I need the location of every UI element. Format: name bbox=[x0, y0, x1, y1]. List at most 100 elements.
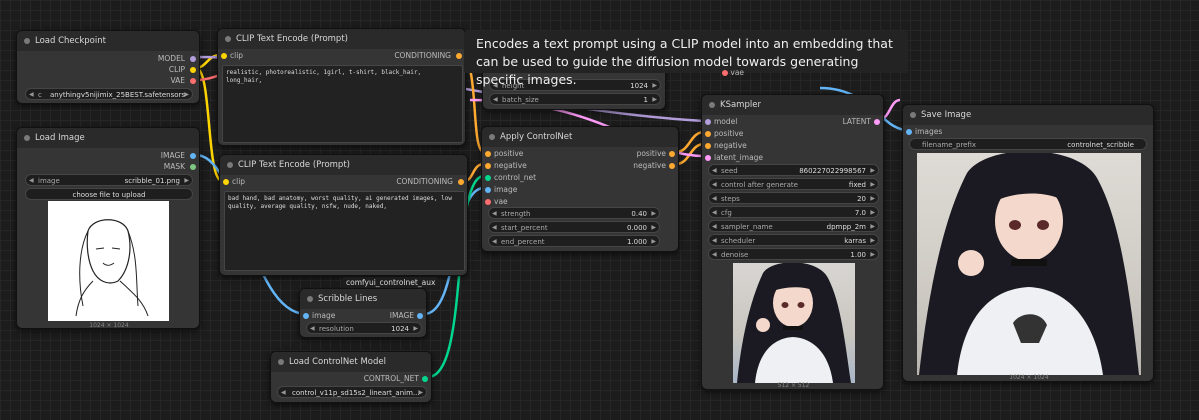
input-images: images bbox=[915, 127, 943, 136]
chevron-right-icon[interactable]: ▶ bbox=[870, 165, 875, 177]
chevron-left-icon[interactable]: ◀ bbox=[712, 221, 717, 233]
sampler-name-widget[interactable]: ◀ sampler_name dpmpp_2m ▶ bbox=[708, 220, 879, 232]
prompt-textarea[interactable]: realistic, photorealistic, 1girl, t-shir… bbox=[222, 65, 463, 143]
start-percent-widget[interactable]: ◀ start_percent 0.000 ▶ bbox=[488, 221, 660, 233]
chevron-right-icon[interactable]: ▶ bbox=[870, 207, 875, 219]
batch-size-widget[interactable]: ◀ batch_size 1 ▶ bbox=[489, 93, 661, 105]
chevron-right-icon[interactable]: ▶ bbox=[651, 236, 656, 248]
chevron-left-icon[interactable]: ◀ bbox=[310, 323, 315, 335]
chevron-right-icon[interactable]: ▶ bbox=[184, 175, 189, 187]
negative-prompt-textarea[interactable]: bad hand, bad anatomy, worst quality, ai… bbox=[224, 191, 465, 271]
ckpt-name-combo[interactable]: ◀ c anythingv5nijimix_25BEST.safetensors… bbox=[25, 88, 193, 100]
load-controlnet-node[interactable]: Load ControlNet Model CONTROL_NET ◀ cont… bbox=[270, 351, 432, 403]
clip-text-encode-positive[interactable]: CLIP Text Encode (Prompt) clip CONDITION… bbox=[217, 28, 466, 146]
load-checkpoint-node[interactable]: Load Checkpoint MODEL CLIP VAE ◀ c anyth… bbox=[16, 30, 200, 104]
chevron-right-icon[interactable]: ▶ bbox=[870, 193, 875, 205]
port-image-in[interactable] bbox=[303, 313, 309, 319]
port-conditioning[interactable] bbox=[456, 53, 462, 59]
chevron-left-icon[interactable]: ◀ bbox=[712, 249, 717, 261]
port-vae-in[interactable] bbox=[485, 199, 491, 205]
cfg-widget[interactable]: ◀ cfg 7.0 ▶ bbox=[708, 206, 879, 218]
port-images-in[interactable] bbox=[906, 129, 912, 135]
port-positive-out[interactable] bbox=[669, 151, 675, 157]
filename-prefix-widget[interactable]: filename_prefix controlnet_scribble bbox=[909, 138, 1147, 150]
port-image-in[interactable] bbox=[485, 187, 491, 193]
clip-text-encode-negative[interactable]: CLIP Text Encode (Prompt) clip CONDITION… bbox=[219, 154, 468, 276]
chevron-right-icon[interactable]: ▶ bbox=[651, 208, 656, 220]
port-model-in[interactable] bbox=[705, 119, 711, 125]
chevron-right-icon[interactable]: ▶ bbox=[418, 387, 423, 399]
chevron-left-icon[interactable]: ◀ bbox=[493, 94, 498, 106]
chevron-right-icon[interactable]: ▶ bbox=[870, 221, 875, 233]
load-image-node[interactable]: Load Image IMAGE MASK ◀ image scribble_0… bbox=[16, 127, 200, 329]
chevron-right-icon[interactable]: ▶ bbox=[870, 179, 875, 191]
strength-widget[interactable]: ◀ strength 0.40 ▶ bbox=[488, 207, 660, 219]
output-mask[interactable]: MASK bbox=[164, 161, 185, 173]
chevron-left-icon[interactable]: ◀ bbox=[712, 193, 717, 205]
port-negative-in[interactable] bbox=[485, 163, 491, 169]
port-image[interactable] bbox=[190, 153, 196, 159]
port-control-net-in[interactable] bbox=[485, 175, 491, 181]
seed-widget[interactable]: ◀ seed 860227022998567 ▶ bbox=[708, 164, 879, 176]
chevron-left-icon[interactable]: ◀ bbox=[712, 179, 717, 191]
port-image-out[interactable] bbox=[417, 313, 423, 319]
chevron-left-icon[interactable]: ◀ bbox=[281, 387, 286, 399]
port-latent-out[interactable] bbox=[874, 119, 880, 125]
input-positive: positive bbox=[714, 129, 744, 138]
end-percent-widget[interactable]: ◀ end_percent 1.000 ▶ bbox=[488, 235, 660, 247]
chevron-right-icon[interactable]: ▶ bbox=[184, 89, 189, 101]
scribble-preview bbox=[48, 201, 169, 321]
output-control-net: CONTROL_NET bbox=[363, 374, 419, 383]
output-vae[interactable]: VAE bbox=[170, 75, 185, 87]
port-negative-out[interactable] bbox=[669, 163, 675, 169]
port-clip[interactable] bbox=[190, 67, 196, 73]
controlnet-name-combo[interactable]: ◀ control_v11p_sd15s2_lineart_anim... ▶ bbox=[277, 386, 427, 398]
port-latent-in[interactable] bbox=[705, 155, 711, 161]
port-positive-in[interactable] bbox=[485, 151, 491, 157]
image-combo[interactable]: ◀ image scribble_01.png ▶ bbox=[25, 174, 193, 186]
chevron-right-icon[interactable]: ▶ bbox=[651, 222, 656, 234]
chevron-left-icon[interactable]: ◀ bbox=[492, 236, 497, 248]
chevron-right-icon[interactable]: ▶ bbox=[870, 249, 875, 261]
resolution-widget[interactable]: ◀ resolution 1024 ▶ bbox=[306, 322, 422, 334]
port-negative-in[interactable] bbox=[705, 143, 711, 149]
control-after-generate-widget[interactable]: ◀ control after generate fixed ▶ bbox=[708, 178, 879, 190]
chevron-left-icon[interactable]: ◀ bbox=[29, 89, 34, 101]
vae-label: vae bbox=[722, 67, 744, 79]
saved-image-dimensions: 1024 × 1024 bbox=[1009, 374, 1049, 381]
port-model[interactable] bbox=[190, 56, 196, 62]
port-clip-in[interactable] bbox=[223, 179, 229, 185]
tooltip: Encodes a text prompt using a CLIP model… bbox=[464, 31, 908, 87]
node-title: CLIP Text Encode (Prompt) bbox=[218, 29, 465, 49]
chevron-right-icon[interactable]: ▶ bbox=[652, 94, 657, 106]
chevron-left-icon[interactable]: ◀ bbox=[712, 207, 717, 219]
steps-widget[interactable]: ◀ steps 20 ▶ bbox=[708, 192, 879, 204]
output-positive: positive bbox=[636, 149, 666, 158]
denoise-widget[interactable]: ◀ denoise 1.00 ▶ bbox=[708, 248, 879, 260]
wire-apply-pos bbox=[675, 130, 705, 154]
port-control-net-out[interactable] bbox=[422, 376, 428, 382]
chevron-left-icon[interactable]: ◀ bbox=[492, 222, 497, 234]
ksampler-node[interactable]: KSampler model positive negative latent_… bbox=[701, 94, 884, 390]
scheduler-widget[interactable]: ◀ scheduler karras ▶ bbox=[708, 234, 879, 246]
chevron-left-icon[interactable]: ◀ bbox=[712, 165, 717, 177]
port-clip-in[interactable] bbox=[221, 53, 227, 59]
scribble-lines-node[interactable]: Scribble Lines image IMAGE ◀ resolution … bbox=[299, 288, 427, 338]
chevron-left-icon[interactable]: ◀ bbox=[29, 175, 34, 187]
port-positive-in[interactable] bbox=[705, 131, 711, 137]
chevron-right-icon[interactable]: ▶ bbox=[870, 235, 875, 247]
port-mask[interactable] bbox=[190, 164, 196, 170]
chevron-left-icon[interactable]: ◀ bbox=[492, 208, 497, 220]
chevron-left-icon[interactable]: ◀ bbox=[712, 235, 717, 247]
apply-controlnet-node[interactable]: Apply ControlNet positive negative contr… bbox=[481, 126, 679, 252]
chevron-right-icon[interactable]: ▶ bbox=[413, 323, 418, 335]
upload-button[interactable]: choose file to upload bbox=[25, 188, 193, 200]
node-title: KSampler bbox=[702, 95, 883, 115]
saved-image bbox=[917, 153, 1141, 375]
output-negative: negative bbox=[633, 161, 666, 170]
chevron-right-icon[interactable]: ▶ bbox=[652, 80, 657, 92]
save-image-node[interactable]: Save Image images filename_prefix contro… bbox=[902, 104, 1154, 382]
port-vae[interactable] bbox=[722, 70, 728, 76]
port-conditioning[interactable] bbox=[458, 179, 464, 185]
port-vae[interactable] bbox=[190, 78, 196, 84]
